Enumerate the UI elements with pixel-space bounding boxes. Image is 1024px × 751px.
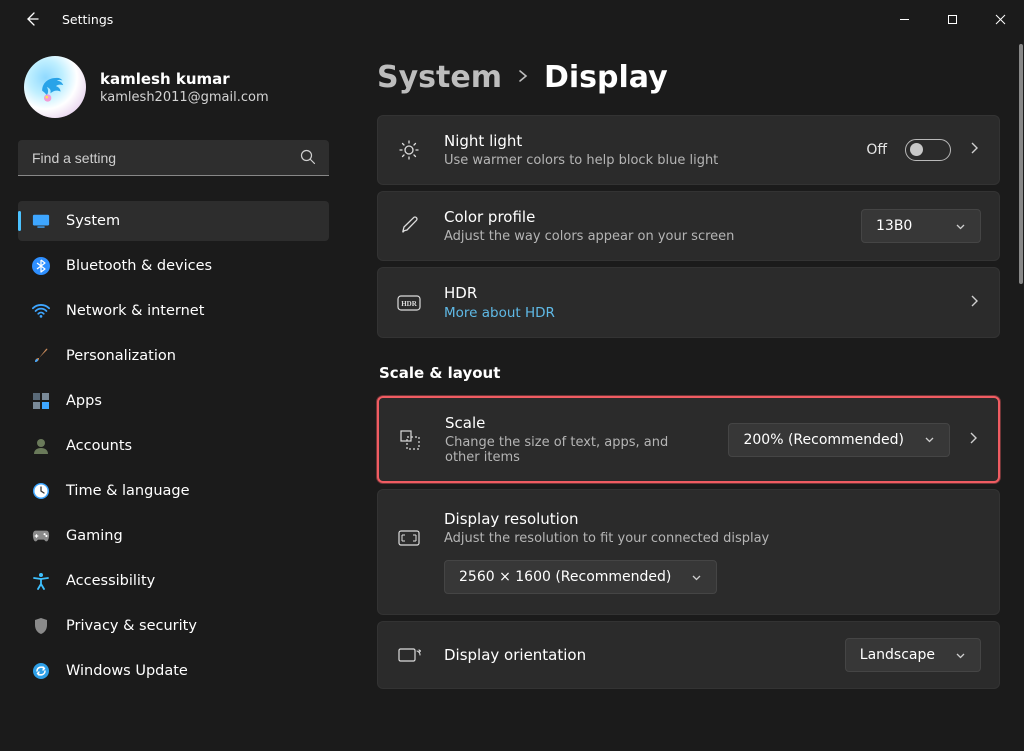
hdr-title: HDR bbox=[444, 284, 947, 302]
nav-list: System Bluetooth & devices Network & int… bbox=[18, 196, 329, 696]
sidebar-item-system[interactable]: System bbox=[18, 201, 329, 241]
nav-label: Windows Update bbox=[66, 663, 188, 679]
sidebar-item-accessibility[interactable]: Accessibility bbox=[18, 561, 329, 601]
color-profile-sub: Adjust the way colors appear on your scr… bbox=[444, 229, 839, 244]
sidebar-item-time[interactable]: Time & language bbox=[18, 471, 329, 511]
sidebar-item-privacy[interactable]: Privacy & security bbox=[18, 606, 329, 646]
nav-label: Privacy & security bbox=[66, 618, 197, 634]
nav-label: Time & language bbox=[66, 483, 190, 499]
nav-label: Network & internet bbox=[66, 303, 204, 319]
window-title: Settings bbox=[62, 12, 113, 27]
nav-label: Apps bbox=[66, 393, 102, 409]
color-profile-dropdown[interactable]: 13B0 bbox=[861, 209, 981, 243]
sidebar-item-update[interactable]: Windows Update bbox=[18, 651, 329, 691]
card-night-light[interactable]: Night light Use warmer colors to help bl… bbox=[377, 115, 1000, 185]
chevron-right-icon bbox=[968, 432, 980, 448]
profile-email: kamlesh2011@gmail.com bbox=[100, 90, 269, 105]
brush-icon bbox=[32, 347, 50, 365]
sidebar-item-network[interactable]: Network & internet bbox=[18, 291, 329, 331]
system-icon bbox=[32, 212, 50, 230]
scrollbar-thumb[interactable] bbox=[1019, 44, 1023, 284]
chevron-down-icon bbox=[691, 572, 702, 583]
sun-icon bbox=[396, 139, 422, 161]
color-profile-value: 13B0 bbox=[876, 218, 912, 234]
titlebar: Settings bbox=[0, 0, 1024, 38]
apps-icon bbox=[32, 392, 50, 410]
eyedropper-icon bbox=[396, 215, 422, 237]
shield-icon bbox=[32, 617, 50, 635]
chevron-right-icon bbox=[969, 142, 981, 158]
card-scale[interactable]: Scale Change the size of text, apps, and… bbox=[377, 396, 1000, 483]
card-hdr[interactable]: HDR HDR More about HDR bbox=[377, 267, 1000, 338]
clock-icon bbox=[32, 482, 50, 500]
bluetooth-icon bbox=[32, 257, 50, 275]
maximize-button[interactable] bbox=[928, 0, 976, 38]
nav-label: Gaming bbox=[66, 528, 123, 544]
sidebar-item-gaming[interactable]: Gaming bbox=[18, 516, 329, 556]
sidebar-item-bluetooth[interactable]: Bluetooth & devices bbox=[18, 246, 329, 286]
svg-text:HDR: HDR bbox=[401, 300, 418, 308]
chevron-right-icon bbox=[969, 295, 981, 311]
night-light-title: Night light bbox=[444, 132, 844, 150]
card-color-profile[interactable]: Color profile Adjust the way colors appe… bbox=[377, 191, 1000, 261]
main-content: System Display Night light Use warmer co… bbox=[343, 38, 1024, 751]
orientation-dropdown[interactable]: Landscape bbox=[845, 638, 981, 672]
wifi-icon bbox=[32, 302, 50, 320]
search-icon bbox=[299, 148, 317, 170]
chevron-right-icon bbox=[516, 69, 530, 87]
profile-block[interactable]: kamlesh kumar kamlesh2011@gmail.com bbox=[18, 56, 329, 118]
back-button[interactable] bbox=[22, 9, 42, 29]
chevron-down-icon bbox=[955, 650, 966, 661]
color-profile-title: Color profile bbox=[444, 208, 839, 226]
scale-value: 200% (Recommended) bbox=[743, 432, 904, 448]
person-icon bbox=[32, 437, 50, 455]
sidebar-item-accounts[interactable]: Accounts bbox=[18, 426, 329, 466]
orientation-title: Display orientation bbox=[444, 646, 823, 664]
sidebar-item-personalization[interactable]: Personalization bbox=[18, 336, 329, 376]
minimize-button[interactable] bbox=[880, 0, 928, 38]
search-input[interactable] bbox=[18, 140, 329, 176]
chevron-down-icon bbox=[955, 221, 966, 232]
section-scale-layout: Scale & layout bbox=[379, 364, 1000, 382]
orientation-icon bbox=[396, 645, 422, 665]
nav-label: Personalization bbox=[66, 348, 176, 364]
update-icon bbox=[32, 662, 50, 680]
scale-icon bbox=[397, 429, 423, 451]
resolution-value: 2560 × 1600 (Recommended) bbox=[459, 569, 671, 585]
night-light-toggle[interactable] bbox=[905, 139, 951, 161]
close-button[interactable] bbox=[976, 0, 1024, 38]
avatar bbox=[24, 56, 86, 118]
accessibility-icon bbox=[32, 572, 50, 590]
resolution-dropdown[interactable]: 2560 × 1600 (Recommended) bbox=[444, 560, 717, 594]
sidebar-item-apps[interactable]: Apps bbox=[18, 381, 329, 421]
nav-label: Accounts bbox=[66, 438, 132, 454]
breadcrumb-page: Display bbox=[544, 60, 668, 95]
resolution-icon bbox=[396, 528, 422, 548]
scale-title: Scale bbox=[445, 414, 706, 432]
card-orientation[interactable]: Display orientation Landscape bbox=[377, 621, 1000, 689]
hdr-icon: HDR bbox=[396, 295, 422, 311]
breadcrumb: System Display bbox=[377, 60, 1000, 95]
chevron-down-icon bbox=[924, 434, 935, 445]
resolution-sub: Adjust the resolution to fit your connec… bbox=[444, 531, 981, 546]
profile-name: kamlesh kumar bbox=[100, 70, 269, 88]
gamepad-icon bbox=[32, 527, 50, 545]
card-resolution[interactable]: Display resolution Adjust the resolution… bbox=[377, 489, 1000, 615]
orientation-value: Landscape bbox=[860, 647, 935, 663]
hdr-link[interactable]: More about HDR bbox=[444, 305, 947, 321]
breadcrumb-root[interactable]: System bbox=[377, 60, 502, 95]
scale-dropdown[interactable]: 200% (Recommended) bbox=[728, 423, 950, 457]
night-light-state: Off bbox=[866, 142, 887, 158]
sidebar: kamlesh kumar kamlesh2011@gmail.com Syst… bbox=[0, 38, 343, 751]
nav-label: Bluetooth & devices bbox=[66, 258, 212, 274]
nav-label: System bbox=[66, 213, 120, 229]
nav-label: Accessibility bbox=[66, 573, 155, 589]
scale-sub: Change the size of text, apps, and other… bbox=[445, 435, 706, 465]
resolution-title: Display resolution bbox=[444, 510, 981, 528]
night-light-sub: Use warmer colors to help block blue lig… bbox=[444, 153, 844, 168]
